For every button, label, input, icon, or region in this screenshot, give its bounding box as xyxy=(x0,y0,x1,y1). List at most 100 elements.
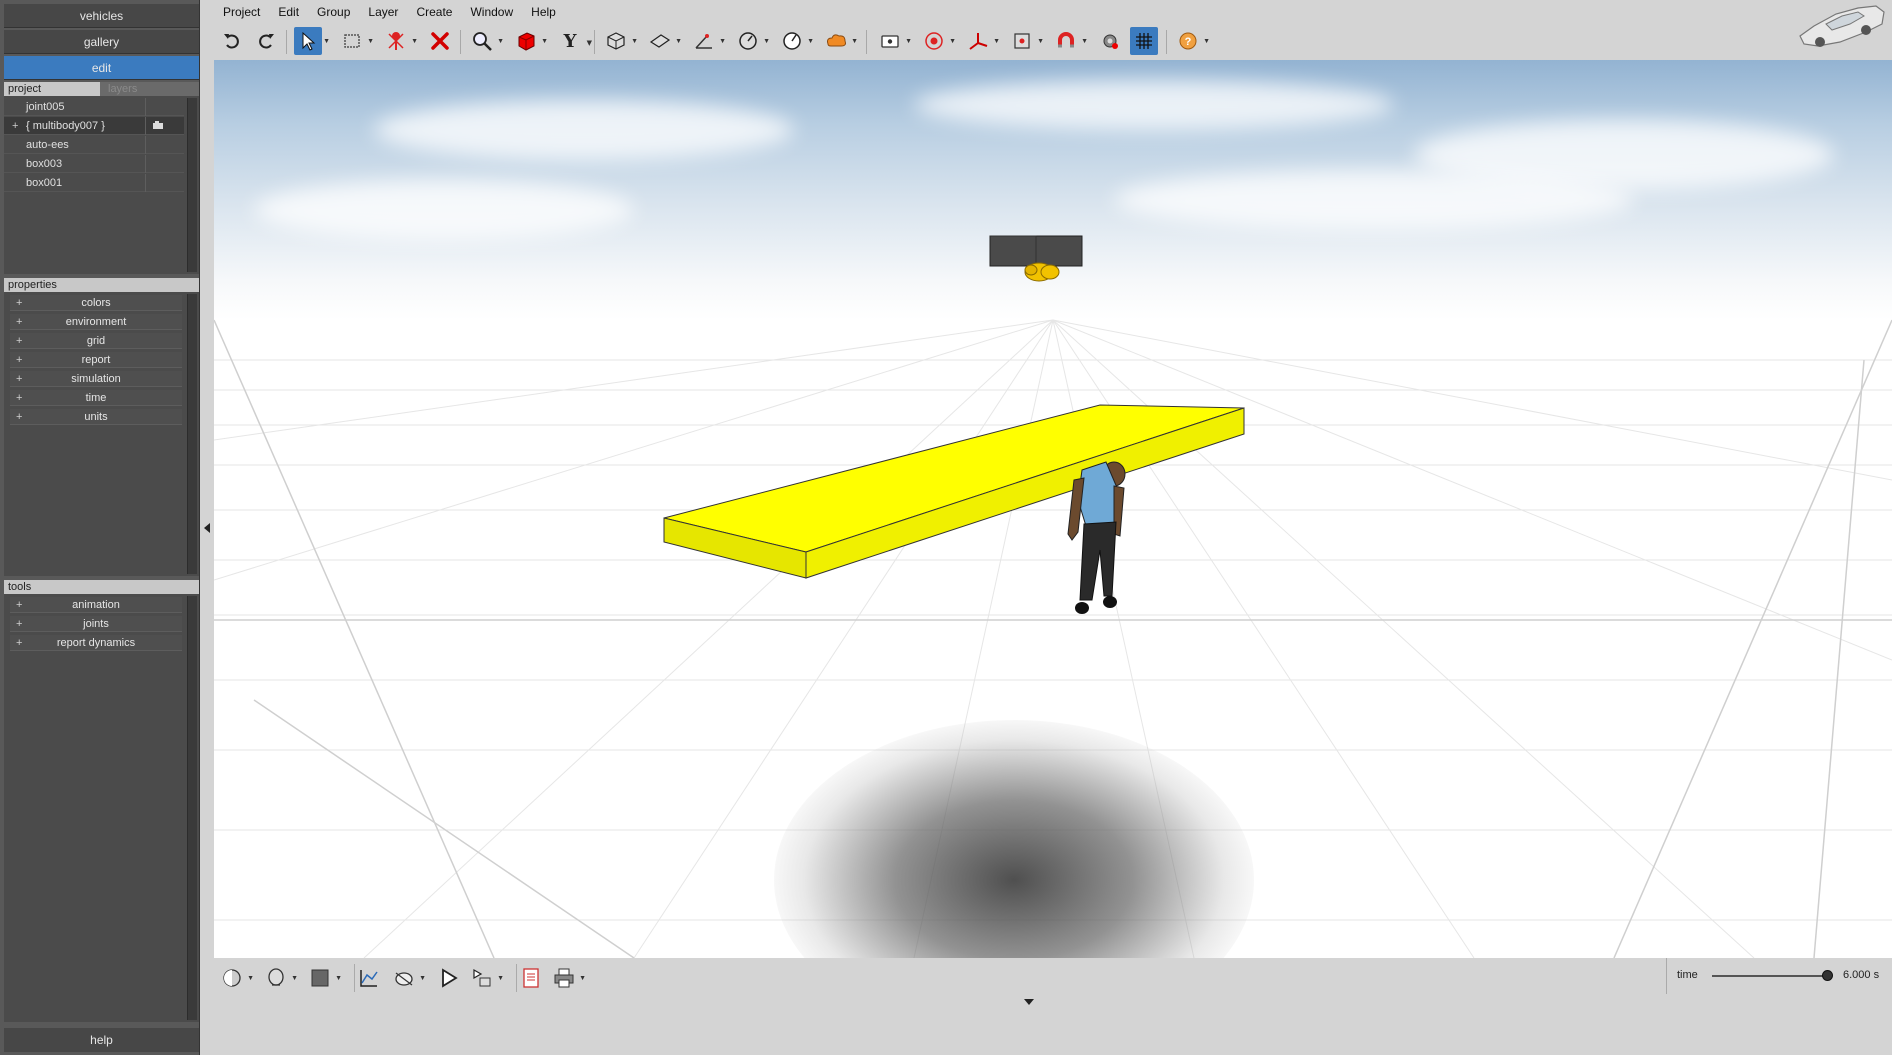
help-icon[interactable]: ? ▼ xyxy=(1174,27,1210,55)
tree-item-joint005[interactable]: joint005 xyxy=(4,98,184,116)
graph-icon[interactable] xyxy=(354,964,382,992)
zoom-icon[interactable]: ▼ xyxy=(468,27,504,55)
help-button[interactable]: help xyxy=(4,1028,199,1052)
select-arrow-icon[interactable]: ▼ xyxy=(294,27,330,55)
property-grid[interactable]: + grid xyxy=(10,333,182,349)
shading-sphere-icon[interactable]: ▼ xyxy=(218,964,254,992)
tool-animation[interactable]: + animation xyxy=(10,597,182,613)
expand-icon[interactable]: + xyxy=(16,409,22,425)
menu-window[interactable]: Window xyxy=(461,2,522,22)
menu-layer[interactable]: Layer xyxy=(359,2,407,22)
menu-project[interactable]: Project xyxy=(214,2,269,22)
magnet-icon[interactable]: ▼ xyxy=(1052,27,1088,55)
tool-joints[interactable]: + joints xyxy=(10,616,182,632)
tree-item-box003[interactable]: box003 xyxy=(4,155,184,173)
grid-icon[interactable] xyxy=(1130,27,1158,55)
box-wireframe-icon[interactable]: ▼ xyxy=(602,27,638,55)
vehicles-button[interactable]: vehicles xyxy=(4,4,199,28)
tree-item-label: { multibody007 } xyxy=(4,117,146,135)
plane-icon[interactable]: ▼ xyxy=(646,27,682,55)
motion-path-icon[interactable]: ▼ xyxy=(390,964,426,992)
clock-gauge-icon[interactable]: ▼ xyxy=(778,27,814,55)
expand-icon[interactable]: + xyxy=(16,635,22,651)
gear-icon[interactable] xyxy=(1096,27,1124,55)
tree-item-label: box003 xyxy=(4,155,146,173)
tab-project[interactable]: project xyxy=(4,82,100,96)
pin-icon[interactable]: ▼ xyxy=(382,27,418,55)
hanging-box xyxy=(989,235,1083,282)
tree-item-box001[interactable]: box001 xyxy=(4,174,184,192)
properties-panel: + colors + environment + grid + report + simu… xyxy=(4,292,199,576)
axis-tool-icon[interactable]: ▼ xyxy=(690,27,726,55)
tab-layers[interactable]: layers xyxy=(100,82,199,96)
target-icon[interactable]: ▼ xyxy=(920,27,956,55)
camera-icon[interactable]: ▼ xyxy=(876,27,912,55)
color-swatch-icon[interactable]: ▼ xyxy=(306,964,342,992)
time-slider-knob[interactable] xyxy=(1821,970,1833,981)
tree-item-auto-ees[interactable]: auto-ees xyxy=(4,136,184,154)
menu-bar: Project Edit Group Layer Create Window H… xyxy=(214,2,565,22)
expand-panel-icon[interactable] xyxy=(1024,999,1034,1005)
project-scrollbar[interactable] xyxy=(187,98,197,272)
properties-header: properties xyxy=(4,278,199,292)
head-view-icon[interactable]: ▼ xyxy=(262,964,298,992)
menu-group[interactable]: Group xyxy=(308,2,359,22)
left-panel: vehicles gallery edit project layers joi… xyxy=(0,0,200,1055)
expand-icon[interactable]: + xyxy=(16,597,22,613)
cloud-tool-icon[interactable]: ▼ xyxy=(822,27,858,55)
redo-icon[interactable] xyxy=(252,27,280,55)
time-slider[interactable] xyxy=(1712,975,1832,977)
collapse-panel-icon[interactable] xyxy=(204,523,210,533)
expand-icon[interactable]: + xyxy=(16,390,22,406)
expand-icon[interactable]: + xyxy=(16,352,22,368)
triad-icon[interactable]: ▼ xyxy=(964,27,1000,55)
gauge-icon[interactable]: ▼ xyxy=(734,27,770,55)
tools-header: tools xyxy=(4,580,199,594)
bottom-toolbar: ▼ ▼ ▼ ▼ ▼ ▼ time 6.000 s xyxy=(214,958,1892,1055)
red-cube-icon[interactable]: ▼ xyxy=(512,27,548,55)
edit-button[interactable]: edit xyxy=(4,56,199,80)
3d-viewport[interactable] xyxy=(214,60,1892,958)
gallery-button[interactable]: gallery xyxy=(4,30,199,54)
expand-icon[interactable]: + xyxy=(16,616,22,632)
tree-item-multibody007[interactable]: + { multibody007 } xyxy=(4,117,184,135)
project-tree: joint005 + { multibody007 } auto-ees box… xyxy=(4,96,199,274)
property-environment[interactable]: + environment xyxy=(10,314,182,330)
film-icon[interactable]: ▼ xyxy=(1008,27,1044,55)
play-icon[interactable] xyxy=(434,964,462,992)
time-value: 6.000 s xyxy=(1843,969,1880,981)
property-units[interactable]: + units xyxy=(10,409,182,425)
selection-box-icon[interactable]: ▼ xyxy=(338,27,374,55)
tree-item-label: joint005 xyxy=(4,98,146,116)
expand-icon[interactable]: + xyxy=(16,314,22,330)
menu-help[interactable]: Help xyxy=(522,2,565,22)
playback-options-icon[interactable]: ▼ xyxy=(468,964,504,992)
property-time[interactable]: + time xyxy=(10,390,182,406)
human-model xyxy=(1067,461,1126,614)
expand-icon[interactable]: + xyxy=(16,295,22,311)
expand-icon[interactable]: + xyxy=(16,333,22,349)
property-simulation[interactable]: + simulation xyxy=(10,371,182,387)
time-panel: time 6.000 s xyxy=(1666,958,1892,994)
tools-panel: + animation + joints + report dynamics xyxy=(4,594,199,1022)
yellow-box xyxy=(663,404,1245,579)
expand-icon[interactable]: + xyxy=(16,371,22,387)
time-label: time xyxy=(1677,969,1698,981)
property-report[interactable]: + report xyxy=(10,352,182,368)
undo-icon[interactable] xyxy=(218,27,246,55)
menu-create[interactable]: Create xyxy=(407,2,461,22)
svg-text:?: ? xyxy=(1185,36,1192,48)
tool-report-dynamics[interactable]: + report dynamics xyxy=(10,635,182,651)
property-colors[interactable]: + colors xyxy=(10,295,182,311)
report-icon[interactable] xyxy=(516,964,544,992)
vehicle-tag-icon xyxy=(153,121,163,129)
y-axis-icon[interactable]: Y ▼ xyxy=(556,27,592,55)
tools-scrollbar[interactable] xyxy=(187,596,197,1020)
properties-scrollbar[interactable] xyxy=(187,294,197,574)
toolbar: ▼ ▼ ▼ ▼ ▼ Y ▼ ▼ ▼ ▼ ▼ ▼ ▼ ▼ ▼ ▼ ▼ ▼ ? ▼ xyxy=(214,24,1892,58)
delete-icon[interactable] xyxy=(426,27,454,55)
tree-item-label: box001 xyxy=(4,174,146,192)
project-panel-header: project layers xyxy=(4,82,199,96)
print-icon[interactable]: ▼ xyxy=(550,964,586,992)
menu-edit[interactable]: Edit xyxy=(269,2,308,22)
